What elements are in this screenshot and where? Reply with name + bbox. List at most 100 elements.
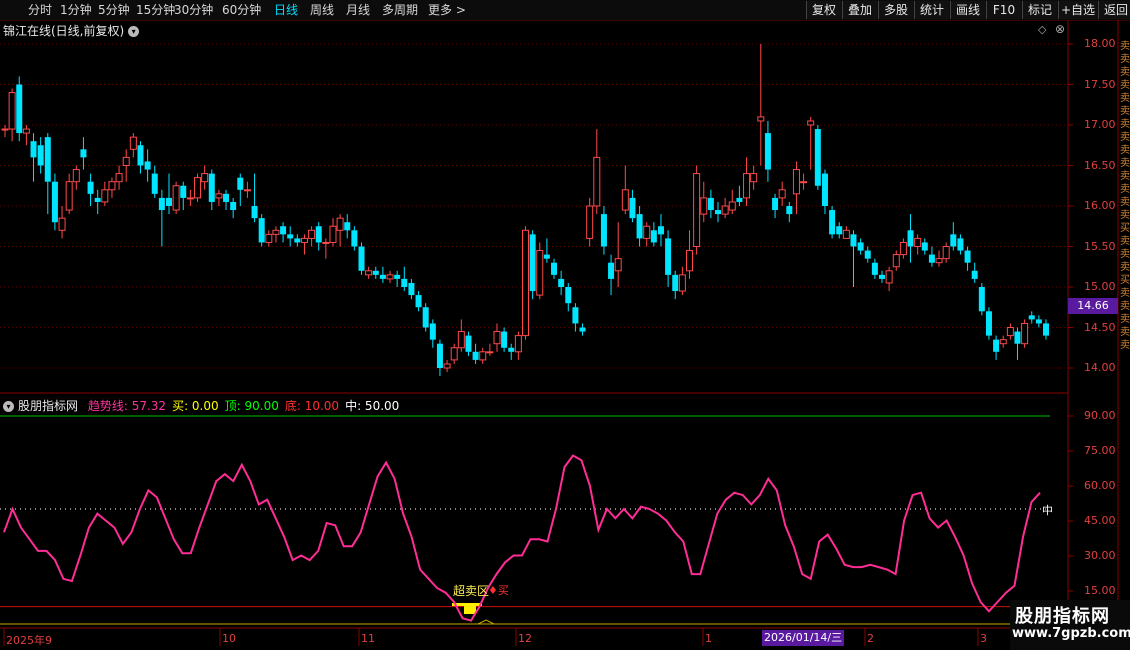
trend-line — [3, 454, 1041, 622]
tab-1[interactable]: 1分钟 — [60, 2, 92, 18]
candle — [508, 343, 515, 360]
indicator-tick-label: 75.00 — [1084, 444, 1116, 457]
candle — [44, 133, 51, 215]
candle — [1014, 327, 1021, 360]
candle — [144, 149, 151, 182]
toolbar-button-7[interactable]: +自选 — [1058, 1, 1097, 19]
candle — [614, 222, 622, 287]
candle — [907, 214, 914, 263]
candle — [743, 157, 751, 206]
tab-9[interactable]: 多周期 — [382, 2, 418, 18]
indicator-value-2: 顶: 90.00 — [224, 399, 279, 413]
toolbar-button-2[interactable]: 多股 — [878, 1, 913, 19]
tab-6[interactable]: 日线 — [274, 2, 298, 18]
candle — [72, 165, 80, 190]
candle — [408, 278, 415, 300]
candle — [108, 177, 116, 198]
candle — [115, 165, 123, 190]
candle — [800, 173, 808, 190]
candle — [201, 165, 209, 190]
tab-2[interactable]: 5分钟 — [98, 2, 130, 18]
settings-diamond-icon[interactable]: ◇ — [1038, 23, 1046, 36]
oversold-label: 超卖区 — [453, 584, 490, 598]
candle — [479, 347, 487, 364]
candle — [764, 120, 771, 182]
candle — [8, 88, 16, 142]
candle — [600, 206, 607, 255]
candle — [129, 133, 137, 158]
tab-7[interactable]: 周线 — [310, 2, 334, 18]
candle — [322, 238, 330, 259]
tab-10[interactable]: 更多 > — [428, 2, 466, 18]
price-tick-label: 17.50 — [1084, 77, 1116, 91]
candle — [243, 181, 251, 198]
candle — [593, 129, 601, 215]
signal-strip: 卖卖卖卖卖卖卖卖卖卖卖卖卖卖买卖卖卖买卖卖卖卖卖 — [1120, 41, 1130, 351]
candle — [280, 222, 287, 243]
chevron-down-icon[interactable]: ▾ — [3, 401, 14, 412]
toolbar-button-0[interactable]: 复权 — [806, 1, 841, 19]
candle — [186, 189, 194, 206]
candle — [30, 133, 37, 182]
candle — [572, 303, 579, 332]
toolbar-button-3[interactable]: 统计 — [914, 1, 949, 19]
indicator-tick-label: 30.00 — [1084, 549, 1116, 562]
candle — [401, 266, 408, 292]
candle — [486, 343, 494, 356]
candle — [457, 319, 465, 352]
candle — [194, 173, 202, 202]
period-toolbar: 分时 1分钟 5分钟 15分钟 30分钟 60分钟 日线 周线 月线 多周期 更多 > 复权 叠加 多股… — [0, 0, 1130, 21]
toolbar-button-8[interactable]: 返回 — [1098, 1, 1130, 19]
candle — [329, 218, 337, 247]
candle — [472, 343, 479, 364]
date-tick-label: 12 — [518, 632, 532, 645]
candle — [1035, 315, 1042, 328]
chart-title: 锦江在线(日线,前复权) ▾ — [3, 22, 140, 39]
candle — [258, 214, 265, 247]
candle — [836, 222, 843, 239]
watermark-url: www.7gpzb.com — [1012, 626, 1130, 641]
toolbar-button-5[interactable]: F10 — [986, 1, 1021, 19]
candle — [1021, 319, 1029, 348]
candle — [87, 173, 94, 206]
candlestick-chart[interactable] — [0, 0, 1130, 650]
tab-3[interactable]: 15分钟 — [136, 2, 175, 18]
candle — [351, 226, 358, 251]
candle — [251, 173, 258, 223]
candle — [536, 242, 544, 300]
indicator-values: 趋势线: 57.32 买: 0.00 顶: 90.00 底: 10.00 中: 50.0… — [82, 399, 399, 413]
date-tick-label: 10 — [222, 632, 236, 645]
candle — [501, 327, 508, 352]
toolbar-button-6[interactable]: 标记 — [1022, 1, 1057, 19]
toolbar-button-1[interactable]: 叠加 — [842, 1, 877, 19]
price-tick-label: 17.00 — [1084, 118, 1116, 131]
candle — [757, 44, 765, 166]
candle — [693, 165, 701, 255]
candle — [879, 270, 886, 283]
candle — [358, 242, 365, 275]
cursor-date: 2026/01/14/三 — [762, 630, 845, 646]
candle — [101, 181, 109, 206]
candle — [493, 323, 501, 352]
candle — [365, 266, 373, 279]
price-tick-label: 14.50 — [1084, 320, 1116, 334]
candle — [871, 258, 878, 279]
tab-4[interactable]: 30分钟 — [174, 2, 213, 18]
chevron-down-icon[interactable]: ▾ — [128, 26, 140, 37]
candle — [914, 234, 922, 255]
candle — [786, 201, 793, 223]
close-icon[interactable]: ⊗ — [1055, 22, 1065, 36]
tab-8[interactable]: 月线 — [346, 2, 370, 18]
tab-5[interactable]: 60分钟 — [222, 2, 261, 18]
buy-marker-label: ♦买 — [488, 584, 509, 597]
candle — [543, 238, 550, 263]
candle — [736, 185, 743, 206]
date-tick-label: 11 — [361, 632, 375, 645]
tab-0[interactable]: 分时 — [28, 2, 52, 18]
candle — [415, 291, 422, 312]
indicator-tick-label: 45.00 — [1084, 514, 1116, 527]
price-tick-label: 16.00 — [1084, 199, 1116, 212]
candle — [864, 246, 871, 263]
candle — [700, 181, 708, 223]
toolbar-button-4[interactable]: 画线 — [950, 1, 985, 19]
